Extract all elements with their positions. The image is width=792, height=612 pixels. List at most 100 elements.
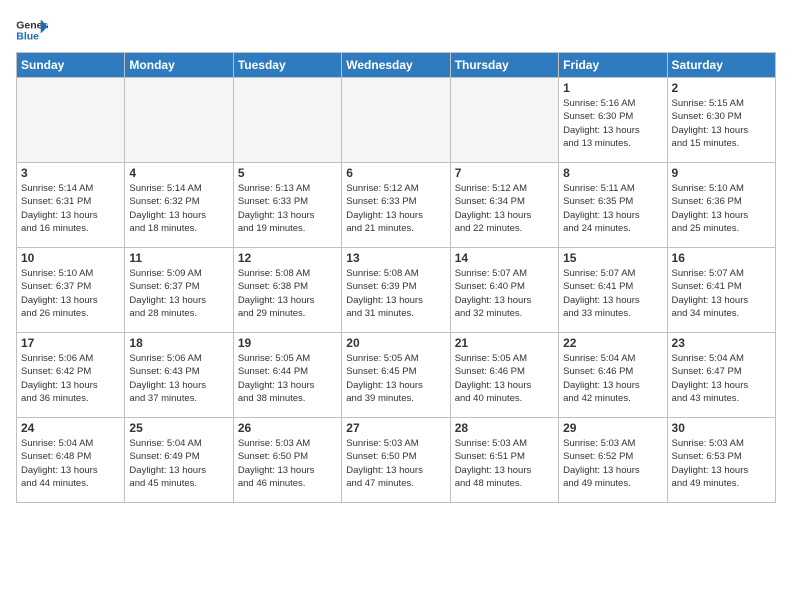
day-number: 7 bbox=[455, 166, 554, 180]
calendar-table: SundayMondayTuesdayWednesdayThursdayFrid… bbox=[16, 52, 776, 503]
calendar-week-2: 3 Sunrise: 5:14 AM Sunset: 6:31 PM Daylig… bbox=[17, 163, 776, 248]
calendar-cell bbox=[342, 78, 450, 163]
calendar-cell: 9 Sunrise: 5:10 AM Sunset: 6:36 PM Daylig… bbox=[667, 163, 775, 248]
calendar-cell: 29 Sunrise: 5:03 AM Sunset: 6:52 PM Dayli… bbox=[559, 418, 667, 503]
weekday-header-tuesday: Tuesday bbox=[233, 53, 341, 78]
day-number: 3 bbox=[21, 166, 120, 180]
day-number: 24 bbox=[21, 421, 120, 435]
day-info: Sunrise: 5:03 AM Sunset: 6:51 PM Dayligh… bbox=[455, 437, 554, 490]
weekday-header-friday: Friday bbox=[559, 53, 667, 78]
day-number: 27 bbox=[346, 421, 445, 435]
calendar-cell: 15 Sunrise: 5:07 AM Sunset: 6:41 PM Dayli… bbox=[559, 248, 667, 333]
day-number: 10 bbox=[21, 251, 120, 265]
day-info: Sunrise: 5:14 AM Sunset: 6:32 PM Dayligh… bbox=[129, 182, 228, 235]
day-info: Sunrise: 5:09 AM Sunset: 6:37 PM Dayligh… bbox=[129, 267, 228, 320]
calendar-cell: 7 Sunrise: 5:12 AM Sunset: 6:34 PM Daylig… bbox=[450, 163, 558, 248]
day-info: Sunrise: 5:14 AM Sunset: 6:31 PM Dayligh… bbox=[21, 182, 120, 235]
day-number: 28 bbox=[455, 421, 554, 435]
calendar-cell: 30 Sunrise: 5:03 AM Sunset: 6:53 PM Dayli… bbox=[667, 418, 775, 503]
day-number: 17 bbox=[21, 336, 120, 350]
day-info: Sunrise: 5:13 AM Sunset: 6:33 PM Dayligh… bbox=[238, 182, 337, 235]
day-number: 5 bbox=[238, 166, 337, 180]
day-info: Sunrise: 5:03 AM Sunset: 6:53 PM Dayligh… bbox=[672, 437, 771, 490]
day-number: 16 bbox=[672, 251, 771, 265]
day-number: 23 bbox=[672, 336, 771, 350]
day-info: Sunrise: 5:03 AM Sunset: 6:50 PM Dayligh… bbox=[238, 437, 337, 490]
weekday-header-thursday: Thursday bbox=[450, 53, 558, 78]
weekday-header-row: SundayMondayTuesdayWednesdayThursdayFrid… bbox=[17, 53, 776, 78]
day-number: 29 bbox=[563, 421, 662, 435]
calendar-cell: 6 Sunrise: 5:12 AM Sunset: 6:33 PM Daylig… bbox=[342, 163, 450, 248]
calendar-cell: 26Sunrise: 5:03 AM Sunset: 6:50 PM Dayli… bbox=[233, 418, 341, 503]
logo-icon: General Blue bbox=[16, 16, 48, 44]
calendar-cell: 17 Sunrise: 5:06 AM Sunset: 6:42 PM Dayli… bbox=[17, 333, 125, 418]
weekday-header-monday: Monday bbox=[125, 53, 233, 78]
day-info: Sunrise: 5:03 AM Sunset: 6:52 PM Dayligh… bbox=[563, 437, 662, 490]
day-info: Sunrise: 5:05 AM Sunset: 6:45 PM Dayligh… bbox=[346, 352, 445, 405]
day-info: Sunrise: 5:06 AM Sunset: 6:43 PM Dayligh… bbox=[129, 352, 228, 405]
calendar-cell: 22Sunrise: 5:04 AM Sunset: 6:46 PM Dayli… bbox=[559, 333, 667, 418]
calendar-cell: 25 Sunrise: 5:04 AM Sunset: 6:49 PM Dayli… bbox=[125, 418, 233, 503]
calendar-week-4: 17 Sunrise: 5:06 AM Sunset: 6:42 PM Dayli… bbox=[17, 333, 776, 418]
calendar-cell: 21Sunrise: 5:05 AM Sunset: 6:46 PM Dayli… bbox=[450, 333, 558, 418]
day-number: 21 bbox=[455, 336, 554, 350]
day-info: Sunrise: 5:04 AM Sunset: 6:49 PM Dayligh… bbox=[129, 437, 228, 490]
day-info: Sunrise: 5:12 AM Sunset: 6:33 PM Dayligh… bbox=[346, 182, 445, 235]
day-number: 4 bbox=[129, 166, 228, 180]
svg-text:Blue: Blue bbox=[16, 31, 39, 43]
day-number: 18 bbox=[129, 336, 228, 350]
day-info: Sunrise: 5:06 AM Sunset: 6:42 PM Dayligh… bbox=[21, 352, 120, 405]
weekday-header-sunday: Sunday bbox=[17, 53, 125, 78]
day-info: Sunrise: 5:16 AM Sunset: 6:30 PM Dayligh… bbox=[563, 97, 662, 150]
calendar-week-3: 10 Sunrise: 5:10 AM Sunset: 6:37 PM Dayli… bbox=[17, 248, 776, 333]
day-number: 25 bbox=[129, 421, 228, 435]
day-number: 12 bbox=[238, 251, 337, 265]
calendar-cell bbox=[125, 78, 233, 163]
calendar-cell bbox=[233, 78, 341, 163]
calendar-cell: 19Sunrise: 5:05 AM Sunset: 6:44 PM Dayli… bbox=[233, 333, 341, 418]
day-info: Sunrise: 5:07 AM Sunset: 6:41 PM Dayligh… bbox=[672, 267, 771, 320]
header: General Blue bbox=[16, 16, 776, 44]
calendar-cell: 28 Sunrise: 5:03 AM Sunset: 6:51 PM Dayli… bbox=[450, 418, 558, 503]
calendar-cell: 8Sunrise: 5:11 AM Sunset: 6:35 PM Daylig… bbox=[559, 163, 667, 248]
day-info: Sunrise: 5:08 AM Sunset: 6:39 PM Dayligh… bbox=[346, 267, 445, 320]
day-info: Sunrise: 5:12 AM Sunset: 6:34 PM Dayligh… bbox=[455, 182, 554, 235]
day-number: 2 bbox=[672, 81, 771, 95]
day-number: 9 bbox=[672, 166, 771, 180]
calendar-cell: 10 Sunrise: 5:10 AM Sunset: 6:37 PM Dayli… bbox=[17, 248, 125, 333]
day-info: Sunrise: 5:05 AM Sunset: 6:44 PM Dayligh… bbox=[238, 352, 337, 405]
day-number: 20 bbox=[346, 336, 445, 350]
day-info: Sunrise: 5:10 AM Sunset: 6:36 PM Dayligh… bbox=[672, 182, 771, 235]
day-info: Sunrise: 5:04 AM Sunset: 6:46 PM Dayligh… bbox=[563, 352, 662, 405]
day-number: 30 bbox=[672, 421, 771, 435]
day-number: 8 bbox=[563, 166, 662, 180]
calendar-cell: 12 Sunrise: 5:08 AM Sunset: 6:38 PM Dayli… bbox=[233, 248, 341, 333]
weekday-header-saturday: Saturday bbox=[667, 53, 775, 78]
calendar-cell: 23 Sunrise: 5:04 AM Sunset: 6:47 PM Dayli… bbox=[667, 333, 775, 418]
day-number: 6 bbox=[346, 166, 445, 180]
calendar-cell: 3 Sunrise: 5:14 AM Sunset: 6:31 PM Daylig… bbox=[17, 163, 125, 248]
day-info: Sunrise: 5:10 AM Sunset: 6:37 PM Dayligh… bbox=[21, 267, 120, 320]
day-info: Sunrise: 5:07 AM Sunset: 6:40 PM Dayligh… bbox=[455, 267, 554, 320]
day-info: Sunrise: 5:04 AM Sunset: 6:47 PM Dayligh… bbox=[672, 352, 771, 405]
day-number: 13 bbox=[346, 251, 445, 265]
calendar-cell: 4 Sunrise: 5:14 AM Sunset: 6:32 PM Daylig… bbox=[125, 163, 233, 248]
calendar-cell: 13 Sunrise: 5:08 AM Sunset: 6:39 PM Dayli… bbox=[342, 248, 450, 333]
day-info: Sunrise: 5:07 AM Sunset: 6:41 PM Dayligh… bbox=[563, 267, 662, 320]
calendar-cell: 11Sunrise: 5:09 AM Sunset: 6:37 PM Dayli… bbox=[125, 248, 233, 333]
logo: General Blue bbox=[16, 16, 48, 44]
calendar-week-1: 1 Sunrise: 5:16 AM Sunset: 6:30 PM Daylig… bbox=[17, 78, 776, 163]
calendar-cell: 16 Sunrise: 5:07 AM Sunset: 6:41 PM Dayli… bbox=[667, 248, 775, 333]
weekday-header-wednesday: Wednesday bbox=[342, 53, 450, 78]
day-number: 15 bbox=[563, 251, 662, 265]
calendar-cell: 18 Sunrise: 5:06 AM Sunset: 6:43 PM Dayli… bbox=[125, 333, 233, 418]
day-number: 1 bbox=[563, 81, 662, 95]
calendar-cell: 14Sunrise: 5:07 AM Sunset: 6:40 PM Dayli… bbox=[450, 248, 558, 333]
calendar-cell: 5 Sunrise: 5:13 AM Sunset: 6:33 PM Daylig… bbox=[233, 163, 341, 248]
calendar-cell: 27Sunrise: 5:03 AM Sunset: 6:50 PM Dayli… bbox=[342, 418, 450, 503]
calendar-cell: 2Sunrise: 5:15 AM Sunset: 6:30 PM Daylig… bbox=[667, 78, 775, 163]
day-info: Sunrise: 5:04 AM Sunset: 6:48 PM Dayligh… bbox=[21, 437, 120, 490]
calendar-week-5: 24 Sunrise: 5:04 AM Sunset: 6:48 PM Dayli… bbox=[17, 418, 776, 503]
calendar-cell bbox=[17, 78, 125, 163]
day-info: Sunrise: 5:08 AM Sunset: 6:38 PM Dayligh… bbox=[238, 267, 337, 320]
